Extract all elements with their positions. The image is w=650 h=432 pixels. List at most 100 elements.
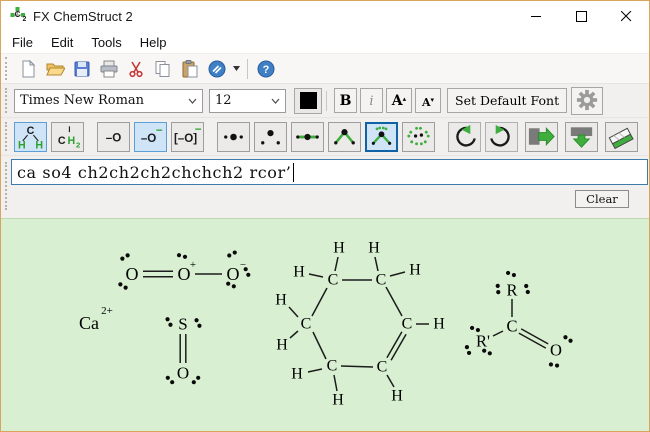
font-color-button[interactable]	[294, 88, 322, 114]
atom-label: O	[126, 264, 139, 284]
svg-text:[–O]: [–O]	[174, 131, 197, 144]
standard-toolbar: ?	[1, 54, 649, 83]
link-dropdown-button[interactable]	[231, 57, 242, 81]
copy-button[interactable]	[150, 57, 176, 81]
bond	[387, 375, 394, 387]
font-settings-button[interactable]	[571, 87, 603, 115]
set-default-font-button[interactable]: Set Default Font	[447, 88, 567, 113]
menu-edit[interactable]: Edit	[42, 33, 82, 52]
bond	[493, 331, 503, 336]
lone-pair-dot	[524, 284, 528, 288]
oxygen-plain-button[interactable]: –O	[97, 122, 130, 152]
toolbar-grip[interactable]	[5, 88, 10, 114]
toolbar-separator	[326, 91, 327, 111]
italic-label: i	[369, 94, 373, 109]
cut-button[interactable]	[123, 57, 149, 81]
lone-pair-dot	[194, 318, 198, 322]
electron-cloud-button[interactable]	[402, 122, 435, 152]
linear-bonds-button[interactable]	[291, 122, 324, 152]
bent-atoms-button[interactable]	[254, 122, 287, 152]
close-button[interactable]	[604, 1, 649, 31]
toolbar-grip[interactable]	[5, 122, 10, 151]
italic-button[interactable]: i	[360, 88, 383, 113]
lone-pair-dot	[549, 362, 553, 366]
decrease-font-button[interactable]: A▾	[415, 88, 441, 113]
svg-text:2: 2	[23, 16, 27, 22]
rotate-cw-button[interactable]	[485, 122, 518, 152]
svg-text:−: −	[195, 123, 202, 136]
svg-text:H: H	[68, 134, 76, 146]
minimize-button[interactable]	[514, 1, 559, 31]
formula-input[interactable]: ca so4 ch2ch2ch2chchch2 rcor’	[11, 159, 648, 185]
expand-ch2-button[interactable]: C H H	[14, 122, 47, 152]
atom-label: Ca	[79, 313, 99, 333]
bent-bonds-lone-pairs-button[interactable]	[365, 122, 398, 152]
font-family-select[interactable]: Times New Roman	[14, 89, 203, 113]
open-folder-icon	[45, 59, 65, 79]
canvas-svg: OO+O−Ca2+SOCCCCCCHHHHHHHHHHRCR'O	[1, 219, 649, 432]
bond	[309, 274, 323, 277]
new-document-button[interactable]	[15, 57, 41, 81]
oxygen-anion-icon: –O −	[135, 123, 166, 151]
lone-pair-dot	[197, 324, 201, 328]
bond	[308, 369, 322, 372]
help-icon: ?	[256, 59, 276, 79]
window-title: FX ChemStruct 2	[33, 9, 133, 24]
insert-link-button[interactable]	[204, 57, 230, 81]
insert-down-button[interactable]	[565, 122, 598, 152]
svg-text:C: C	[58, 134, 66, 146]
svg-text:H: H	[18, 139, 26, 150]
atom-label: C	[328, 272, 339, 289]
bent-atoms-icon	[255, 123, 286, 151]
oxygen-anion-button[interactable]: –O −	[134, 122, 167, 152]
lone-pairs-linear-icon	[218, 123, 249, 151]
rotate-ccw-button[interactable]	[448, 122, 481, 152]
svg-text:2: 2	[76, 140, 80, 149]
bold-button[interactable]: B	[334, 88, 357, 113]
paste-button[interactable]	[177, 57, 203, 81]
lone-pair-dot	[232, 284, 236, 288]
arrow-right-icon	[526, 123, 557, 151]
svg-text:C: C	[27, 125, 35, 137]
help-button[interactable]: ?	[253, 57, 279, 81]
atom-label: R'	[476, 332, 490, 351]
svg-text:–O: –O	[106, 131, 122, 144]
export-right-button[interactable]	[525, 122, 558, 152]
triangle-down-icon: ▾	[431, 95, 435, 104]
chevron-down-icon	[188, 93, 197, 108]
maximize-button[interactable]	[559, 1, 604, 31]
lone-pair-dot	[126, 253, 130, 257]
toolbar-grip[interactable]	[5, 57, 10, 80]
atom-label: C	[377, 359, 388, 376]
svg-text:H: H	[35, 139, 43, 150]
lone-pair-dot	[512, 273, 516, 277]
eraser-icon	[606, 123, 637, 151]
lone-pair-dot	[168, 323, 172, 327]
menu-tools[interactable]: Tools	[82, 33, 130, 52]
menu-help[interactable]: Help	[131, 33, 176, 52]
print-button[interactable]	[96, 57, 122, 81]
font-size-select[interactable]: 12	[209, 89, 286, 113]
ch2-button[interactable]: C H 2	[51, 122, 84, 152]
menu-file[interactable]: File	[3, 33, 42, 52]
bent-bonds-lone-pairs-icon	[367, 123, 396, 151]
increase-font-button[interactable]: A▴	[386, 88, 412, 113]
bond	[313, 332, 326, 359]
bond	[375, 257, 378, 271]
open-button[interactable]	[42, 57, 68, 81]
atom-label: H	[391, 388, 403, 405]
clear-button[interactable]: Clear	[575, 190, 629, 208]
oxygen-bracket-anion-button[interactable]: [–O] −	[171, 122, 204, 152]
structure-canvas[interactable]: OO+O−Ca2+SOCCCCCCHHHHHHHHHHRCR'O	[1, 218, 649, 432]
atom-label: H	[276, 337, 288, 354]
bold-label: B	[340, 93, 352, 109]
lone-pairs-linear-button[interactable]	[217, 122, 250, 152]
font-color-swatch	[300, 92, 317, 109]
lone-pair-dot	[555, 363, 559, 367]
save-button[interactable]	[69, 57, 95, 81]
eraser-button[interactable]	[605, 122, 638, 152]
lone-pair-dot	[488, 351, 492, 355]
bent-bonds-button[interactable]	[328, 122, 361, 152]
clear-label: Clear	[586, 192, 618, 206]
bond	[390, 272, 405, 276]
